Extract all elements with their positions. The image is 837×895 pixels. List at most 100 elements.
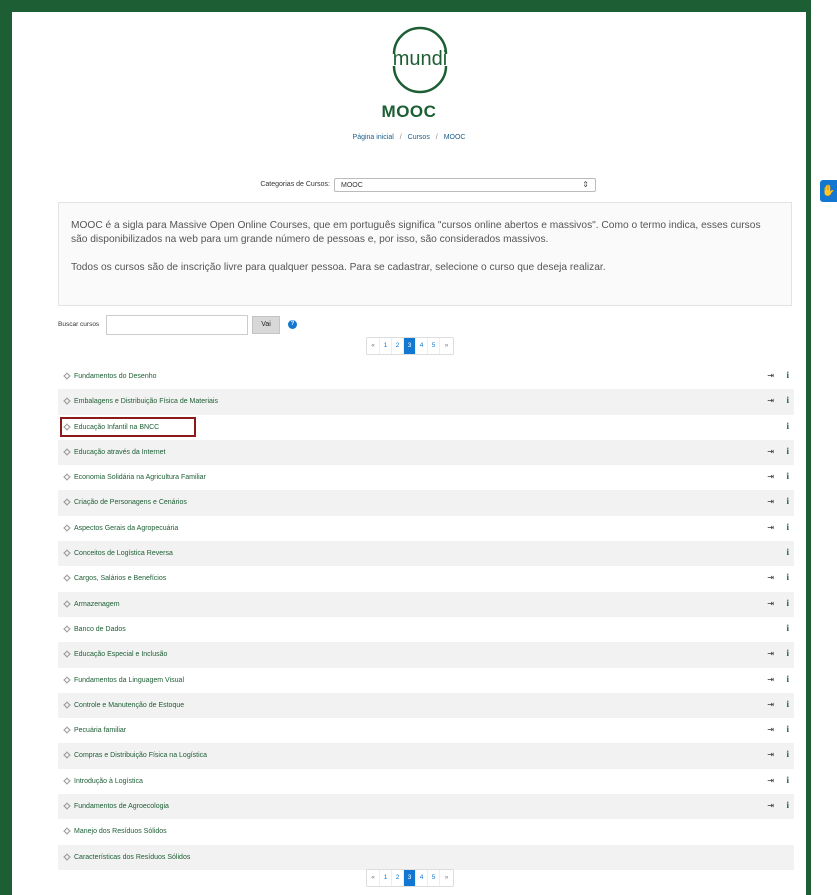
course-name-link[interactable]: Fundamentos de Agroecologia (74, 803, 169, 810)
info-icon[interactable]: i (786, 471, 789, 481)
course-name-link[interactable]: Conceitos de Logística Reversa (74, 550, 173, 557)
info-icon[interactable]: i (786, 496, 789, 506)
course-name-link[interactable]: Características dos Resíduos Sólidos (74, 854, 190, 861)
breadcrumb-courses[interactable]: Cursos (408, 134, 430, 141)
info-icon[interactable]: i (786, 522, 789, 532)
search-button[interactable]: Vai (252, 316, 280, 334)
course-name-link[interactable]: Introdução à Logística (74, 778, 143, 785)
breadcrumb-mooc[interactable]: MOOC (444, 134, 466, 141)
course-row[interactable]: Fundamentos de Agroecologia ⇥ i (58, 794, 794, 820)
course-name-link[interactable]: Controle e Manutenção de Estoque (74, 702, 184, 709)
course-row[interactable]: Aspectos Gerais da Agropecuária ⇥ i (58, 516, 794, 541)
search-input[interactable] (106, 315, 248, 335)
course-icon (63, 625, 71, 633)
info-icon[interactable]: i (786, 572, 789, 582)
enrol-icon[interactable]: ⇥ (767, 573, 774, 582)
course-name-link[interactable]: Pecuária familiar (74, 727, 126, 734)
enrol-icon[interactable]: ⇥ (767, 649, 774, 658)
pagination-prev[interactable]: « (367, 870, 380, 886)
pagination-next[interactable]: » (440, 870, 453, 886)
course-name-link[interactable]: Armazenagem (74, 601, 120, 608)
enrol-icon[interactable]: ⇥ (767, 700, 774, 709)
info-icon[interactable]: i (786, 547, 789, 557)
course-name-link[interactable]: Compras e Distribuição Física na Logísti… (74, 752, 207, 759)
info-icon[interactable]: i (786, 395, 789, 405)
info-icon[interactable]: i (786, 674, 789, 684)
pagination-page-5[interactable]: 5 (428, 338, 440, 354)
course-row[interactable]: Fundamentos do Desenho ⇥ i (58, 364, 794, 389)
course-row[interactable]: Compras e Distribuição Física na Logísti… (58, 743, 794, 769)
course-name-link[interactable]: Educação através da Internet (74, 449, 165, 456)
course-name-link[interactable]: Cargos, Salários e Benefícios (74, 575, 166, 582)
enrol-icon[interactable]: ⇥ (767, 776, 774, 785)
course-row[interactable]: Educação através da Internet ⇥ i (58, 439, 794, 466)
course-row[interactable]: Características dos Resíduos Sólidos (58, 844, 794, 870)
category-select[interactable]: MOOC ⇕ (334, 178, 596, 192)
pagination-next[interactable]: » (440, 338, 453, 354)
course-name-link[interactable]: Fundamentos do Desenho (74, 373, 157, 380)
course-row[interactable]: Educação Infantil na BNCC i (58, 415, 794, 440)
pagination-page-2[interactable]: 2 (392, 870, 404, 886)
highlight-box (60, 416, 196, 437)
info-icon[interactable]: i (786, 724, 789, 734)
info-icon[interactable]: i (786, 370, 789, 380)
enrol-icon[interactable]: ⇥ (767, 447, 774, 456)
pagination-page-4[interactable]: 4 (416, 338, 428, 354)
course-row[interactable]: Armazenagem ⇥ i (58, 591, 794, 617)
course-row[interactable]: Controle e Manutenção de Estoque ⇥ i (58, 692, 794, 719)
pagination-page-1[interactable]: 1 (380, 870, 392, 886)
enrol-icon[interactable]: ⇥ (767, 725, 774, 734)
info-icon[interactable]: i (786, 446, 789, 456)
course-row[interactable]: Criação de Personagens e Cenários ⇥ i (58, 490, 794, 516)
accessibility-button[interactable]: ✋ (820, 180, 837, 202)
info-icon[interactable]: i (786, 699, 789, 709)
course-row[interactable]: Manejo dos Resíduos Sólidos (58, 819, 794, 844)
pagination-page-4[interactable]: 4 (416, 870, 428, 886)
pagination-page-1[interactable]: 1 (380, 338, 392, 354)
course-row[interactable]: Educação Especial e Inclusão ⇥ i (58, 642, 794, 668)
course-icon (63, 726, 71, 734)
enrol-icon[interactable]: ⇥ (767, 497, 774, 506)
course-name-link[interactable]: Embalagens e Distribuição Física de Mate… (74, 398, 218, 405)
course-row[interactable]: Fundamentos da Linguagem Visual ⇥ i (58, 668, 794, 693)
course-name-link[interactable]: Aspectos Gerais da Agropecuária (74, 525, 178, 532)
enrol-icon[interactable]: ⇥ (767, 371, 774, 380)
info-icon[interactable]: i (786, 749, 789, 759)
enrol-icon[interactable]: ⇥ (767, 599, 774, 608)
info-icon[interactable]: i (786, 598, 789, 608)
course-row[interactable]: Embalagens e Distribuição Física de Mate… (58, 389, 794, 415)
enrol-icon[interactable]: ⇥ (767, 675, 774, 684)
course-row[interactable]: Conceitos de Logística Reversa i (58, 541, 794, 567)
mundi-logo[interactable]: mundi (380, 18, 460, 98)
pagination-prev[interactable]: « (367, 338, 380, 354)
course-name-link[interactable]: Fundamentos da Linguagem Visual (74, 677, 184, 684)
enrol-icon[interactable]: ⇥ (767, 396, 774, 405)
course-name-link[interactable]: Economia Solidária na Agricultura Famili… (74, 474, 206, 481)
course-row[interactable]: Economia Solidária na Agricultura Famili… (58, 465, 794, 490)
enrol-icon[interactable]: ⇥ (767, 750, 774, 759)
info-icon[interactable]: i (786, 421, 789, 431)
pagination-page-2[interactable]: 2 (392, 338, 404, 354)
pagination-page-5[interactable]: 5 (428, 870, 440, 886)
info-icon[interactable]: i (786, 800, 789, 810)
course-row[interactable]: Pecuária familiar ⇥ i (58, 718, 794, 743)
enrol-icon[interactable]: ⇥ (767, 472, 774, 481)
breadcrumb: Página inicial / Cursos / MOOC (12, 134, 806, 141)
course-row[interactable]: Cargos, Salários e Benefícios ⇥ i (58, 566, 794, 591)
course-name-link[interactable]: Banco de Dados (74, 626, 126, 633)
enrol-icon[interactable]: ⇥ (767, 801, 774, 810)
question-icon[interactable]: ? (288, 320, 297, 329)
course-name-link[interactable]: Manejo dos Resíduos Sólidos (74, 828, 167, 835)
course-name-link[interactable]: Criação de Personagens e Cenários (74, 499, 187, 506)
info-icon[interactable]: i (786, 623, 789, 633)
pagination-page-3[interactable]: 3 (404, 870, 416, 886)
course-row[interactable]: Introdução à Logística ⇥ i (58, 769, 794, 794)
enrol-icon[interactable]: ⇥ (767, 523, 774, 532)
course-name-link[interactable]: Educação Especial e Inclusão (74, 651, 167, 658)
course-icon (63, 397, 71, 405)
breadcrumb-home[interactable]: Página inicial (353, 134, 394, 141)
pagination-page-3[interactable]: 3 (404, 338, 416, 354)
info-icon[interactable]: i (786, 775, 789, 785)
info-icon[interactable]: i (786, 648, 789, 658)
course-row[interactable]: Banco de Dados i (58, 617, 794, 642)
